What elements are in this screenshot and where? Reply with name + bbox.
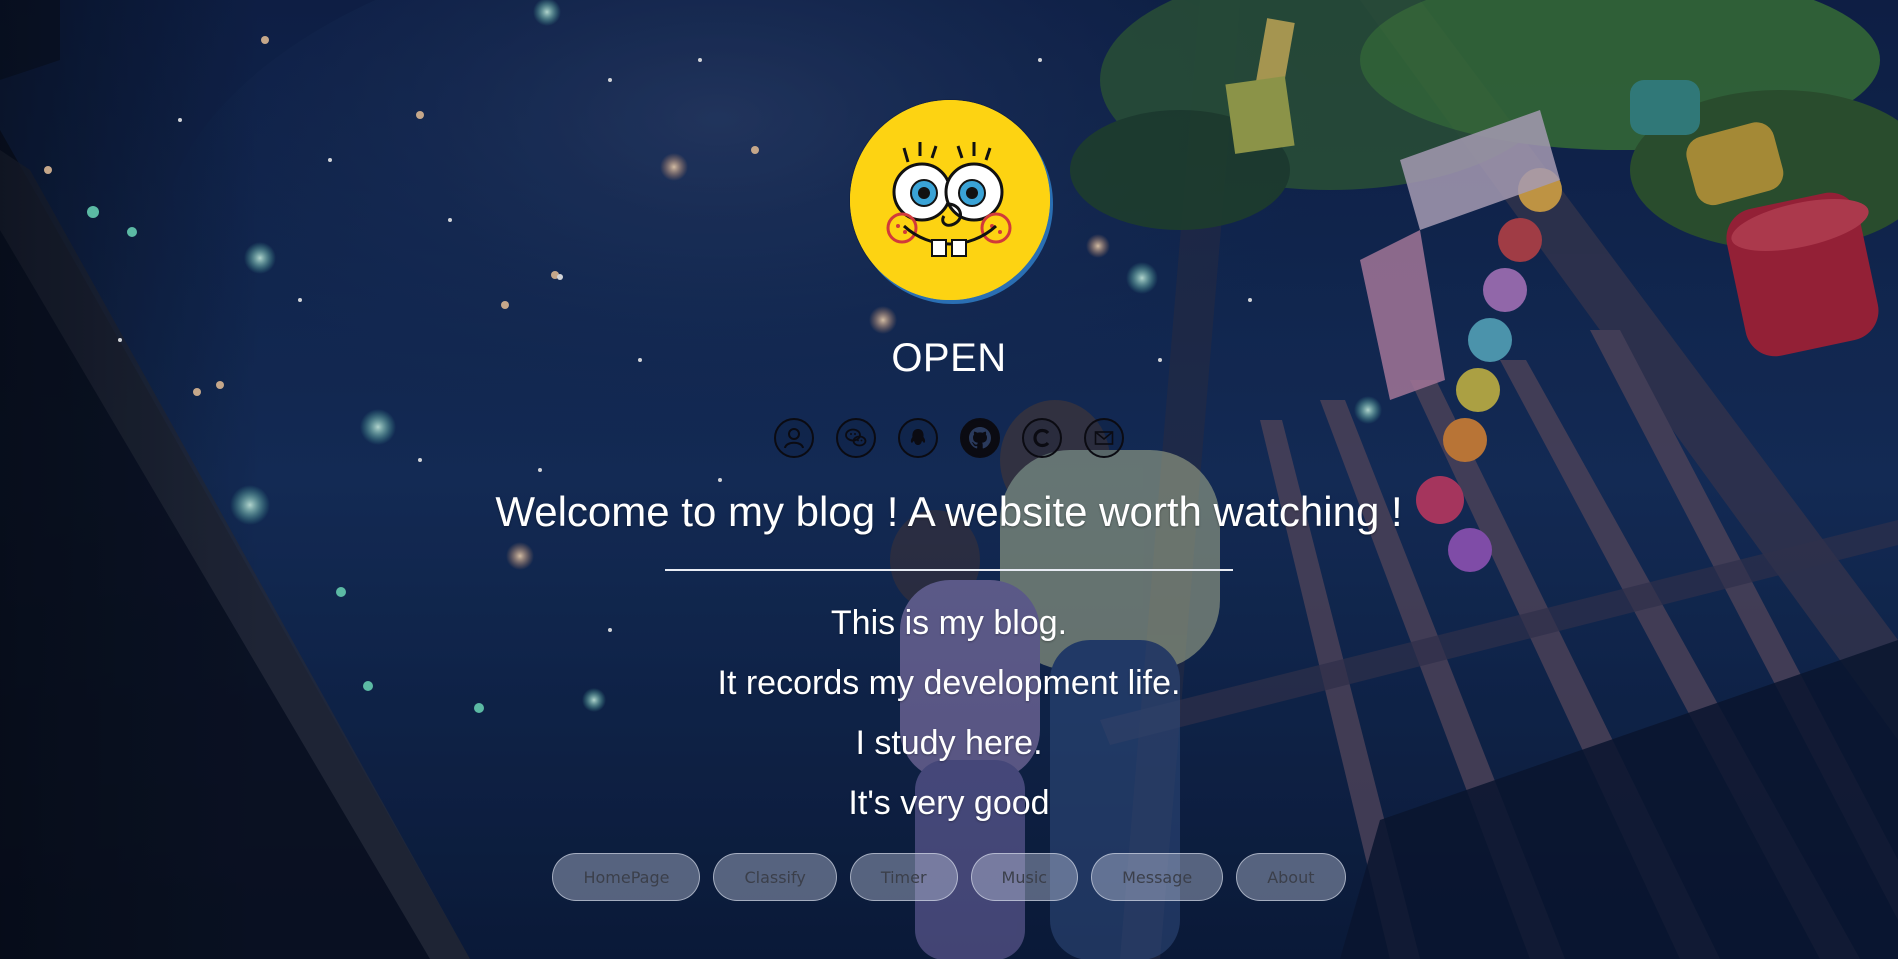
intro-line: I study here. bbox=[855, 724, 1043, 762]
qq-icon[interactable] bbox=[898, 418, 938, 458]
homepage-button[interactable]: HomePage bbox=[552, 853, 701, 901]
site-name: OPEN bbox=[891, 336, 1007, 380]
welcome-heading: Welcome to my blog ! A website worth wat… bbox=[495, 488, 1403, 535]
intro-text: This is my blog. It records my developme… bbox=[0, 598, 1898, 838]
divider bbox=[665, 569, 1233, 571]
github-icon[interactable] bbox=[960, 418, 1000, 458]
user-icon[interactable] bbox=[774, 418, 814, 458]
nav-buttons: HomePage Classify Timer Music Message Ab… bbox=[0, 853, 1898, 901]
page: OPEN Welcome to my blog ! A website wort… bbox=[0, 0, 1898, 959]
spongebob-face-icon bbox=[850, 100, 1050, 300]
timer-button[interactable]: Timer bbox=[849, 853, 958, 901]
intro-line: This is my blog. bbox=[830, 604, 1068, 642]
classify-button[interactable]: Classify bbox=[713, 853, 837, 901]
avatar[interactable] bbox=[850, 100, 1050, 300]
social-links bbox=[0, 418, 1898, 458]
mail-icon[interactable] bbox=[1084, 418, 1124, 458]
copyright-icon[interactable] bbox=[1022, 418, 1062, 458]
intro-line: It records my development life. bbox=[717, 664, 1181, 702]
intro-line: It's very good bbox=[848, 784, 1050, 822]
about-button[interactable]: About bbox=[1236, 853, 1346, 901]
wechat-icon[interactable] bbox=[836, 418, 876, 458]
hero: OPEN Welcome to my blog ! A website wort… bbox=[0, 0, 1898, 959]
music-button[interactable]: Music bbox=[970, 853, 1079, 901]
message-button[interactable]: Message bbox=[1091, 853, 1224, 901]
